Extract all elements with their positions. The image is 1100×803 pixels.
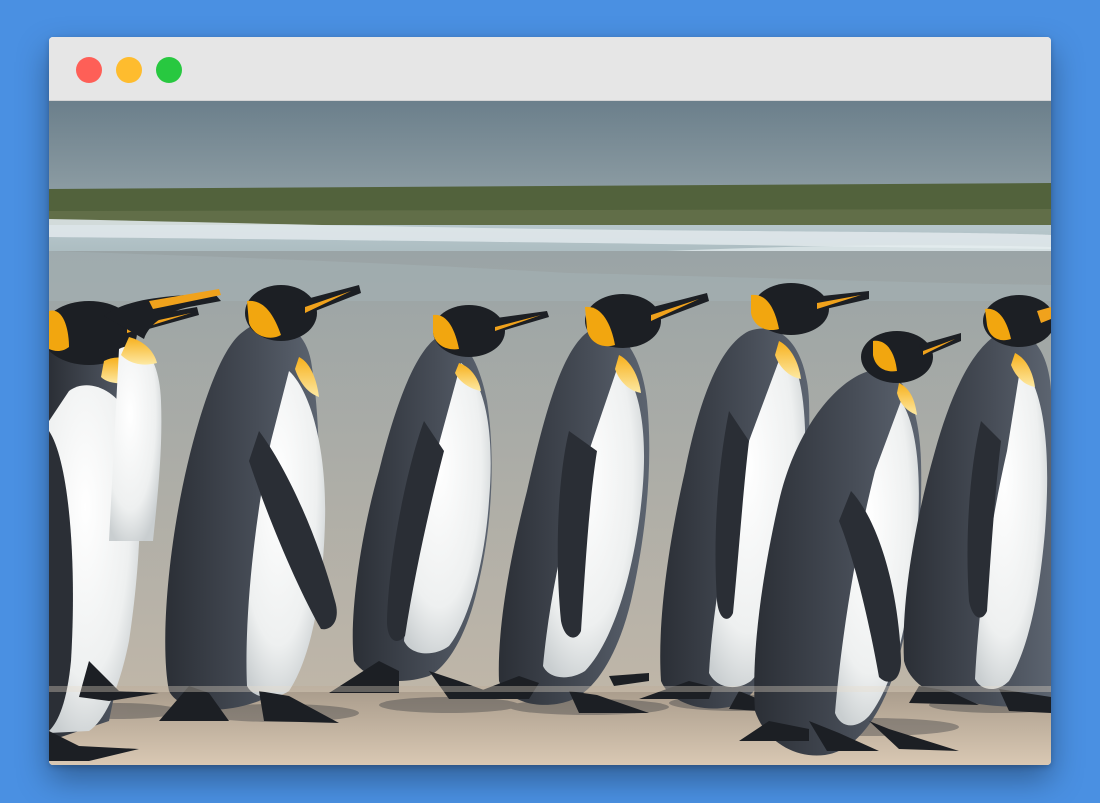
image-viewport <box>49 101 1051 765</box>
app-window <box>49 37 1051 765</box>
window-titlebar[interactable] <box>49 37 1051 101</box>
close-window-button[interactable] <box>76 57 102 83</box>
minimize-window-button[interactable] <box>116 57 142 83</box>
penguin-photo <box>49 101 1051 765</box>
maximize-window-button[interactable] <box>156 57 182 83</box>
